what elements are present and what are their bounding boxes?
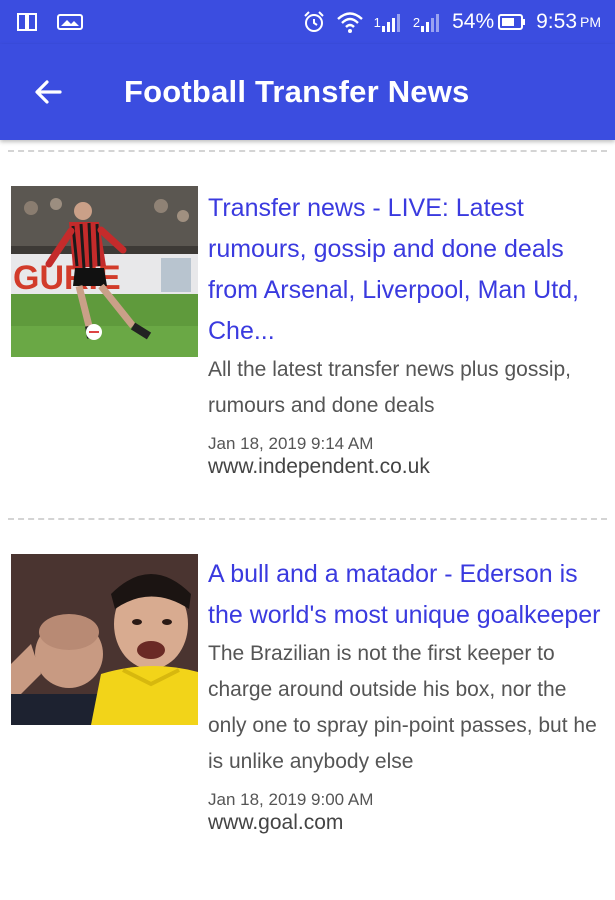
back-button[interactable]: [18, 62, 78, 122]
article-date: Jan 18, 2019 9:14 AM: [208, 434, 374, 453]
arrow-left-icon: [35, 80, 62, 104]
alarm-icon: [302, 10, 326, 34]
wifi-icon: [336, 10, 364, 34]
list-item[interactable]: GURIE Transfer news - LIVE: Latest rumou…: [0, 186, 615, 480]
divider: [8, 518, 607, 520]
article-headline[interactable]: A bull and a matador - Ederson is the wo…: [208, 554, 608, 636]
page-title: Football Transfer News: [124, 74, 470, 109]
signal-sim1-icon: 1: [374, 11, 403, 33]
book-icon: [16, 11, 38, 33]
article-thumbnail[interactable]: [11, 554, 198, 725]
article-headline[interactable]: Transfer news - LIVE: Latest rumours, go…: [208, 188, 608, 352]
divider: [8, 150, 607, 152]
article-thumbnail[interactable]: GURIE: [11, 186, 198, 357]
list-item[interactable]: A bull and a matador - Ederson is the wo…: [0, 554, 615, 836]
status-bar: 1 2 54% 9:53 PM: [0, 0, 615, 44]
image-icon: [56, 11, 84, 33]
article-date: Jan 18, 2019 9:00 AM: [208, 790, 374, 809]
article-summary: All the latest transfer news plus gossip…: [208, 358, 572, 417]
app-bar: Football Transfer News: [0, 44, 615, 140]
article-source: www.goal.com: [208, 811, 344, 834]
clock: 9:53 PM: [536, 10, 601, 33]
battery-icon: [498, 14, 526, 30]
article-source: www.independent.co.uk: [208, 455, 430, 478]
news-list: GURIE Transfer news - LIVE: Latest rumou…: [0, 140, 615, 836]
article-summary: The Brazilian is not the first keeper to…: [208, 642, 597, 773]
battery-percent: 54%: [452, 10, 495, 33]
signal-sim2-icon: 2: [413, 11, 442, 33]
